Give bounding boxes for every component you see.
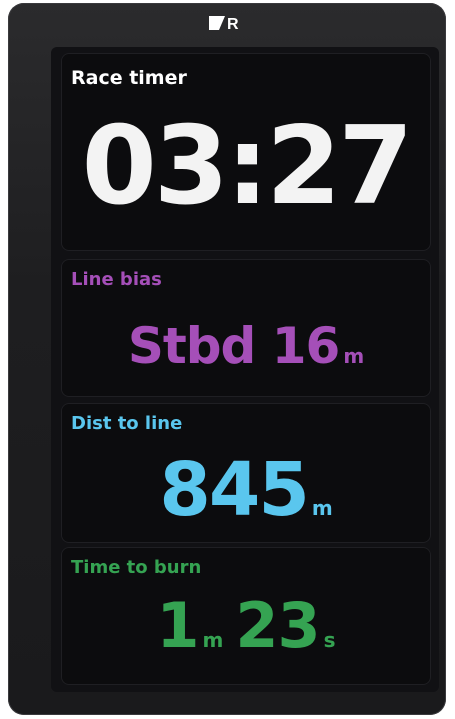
dist-to-line-value: 845 — [159, 447, 309, 533]
device-frame: R Race timer 03:27 Line bias Stbd 16 m D… — [8, 3, 446, 715]
line-bias-value-row: Stbd 16 m — [61, 321, 431, 371]
brand-logo: R — [8, 11, 446, 35]
race-timer-value: 03:27 — [81, 104, 414, 229]
race-timer-value-row: 03:27 — [61, 113, 431, 221]
race-timer-panel: Race timer 03:27 — [61, 53, 431, 251]
time-to-burn-value-row: 1 m 23 s — [61, 595, 431, 657]
time-to-burn-title: Time to burn — [71, 557, 202, 578]
brand-logo-icon: R — [209, 16, 239, 32]
dist-to-line-panel: Dist to line 845 m — [61, 403, 431, 543]
dist-to-line-value-row: 845 m — [61, 453, 431, 527]
time-to-burn-minutes-unit: m — [202, 628, 224, 652]
svg-text:R: R — [227, 16, 239, 32]
display-screen: Race timer 03:27 Line bias Stbd 16 m Dis… — [51, 47, 439, 692]
time-to-burn-panel: Time to burn 1 m 23 s — [61, 547, 431, 685]
time-to-burn-seconds: 23 — [235, 589, 320, 662]
race-timer-title: Race timer — [71, 67, 187, 89]
time-to-burn-minutes: 1 — [156, 589, 199, 662]
line-bias-value: Stbd 16 — [127, 317, 340, 375]
dist-to-line-title: Dist to line — [71, 413, 183, 434]
dist-to-line-unit: m — [311, 496, 333, 520]
line-bias-unit: m — [343, 344, 365, 368]
time-to-burn-seconds-unit: s — [323, 628, 336, 652]
line-bias-title: Line bias — [71, 269, 162, 290]
line-bias-panel: Line bias Stbd 16 m — [61, 259, 431, 397]
